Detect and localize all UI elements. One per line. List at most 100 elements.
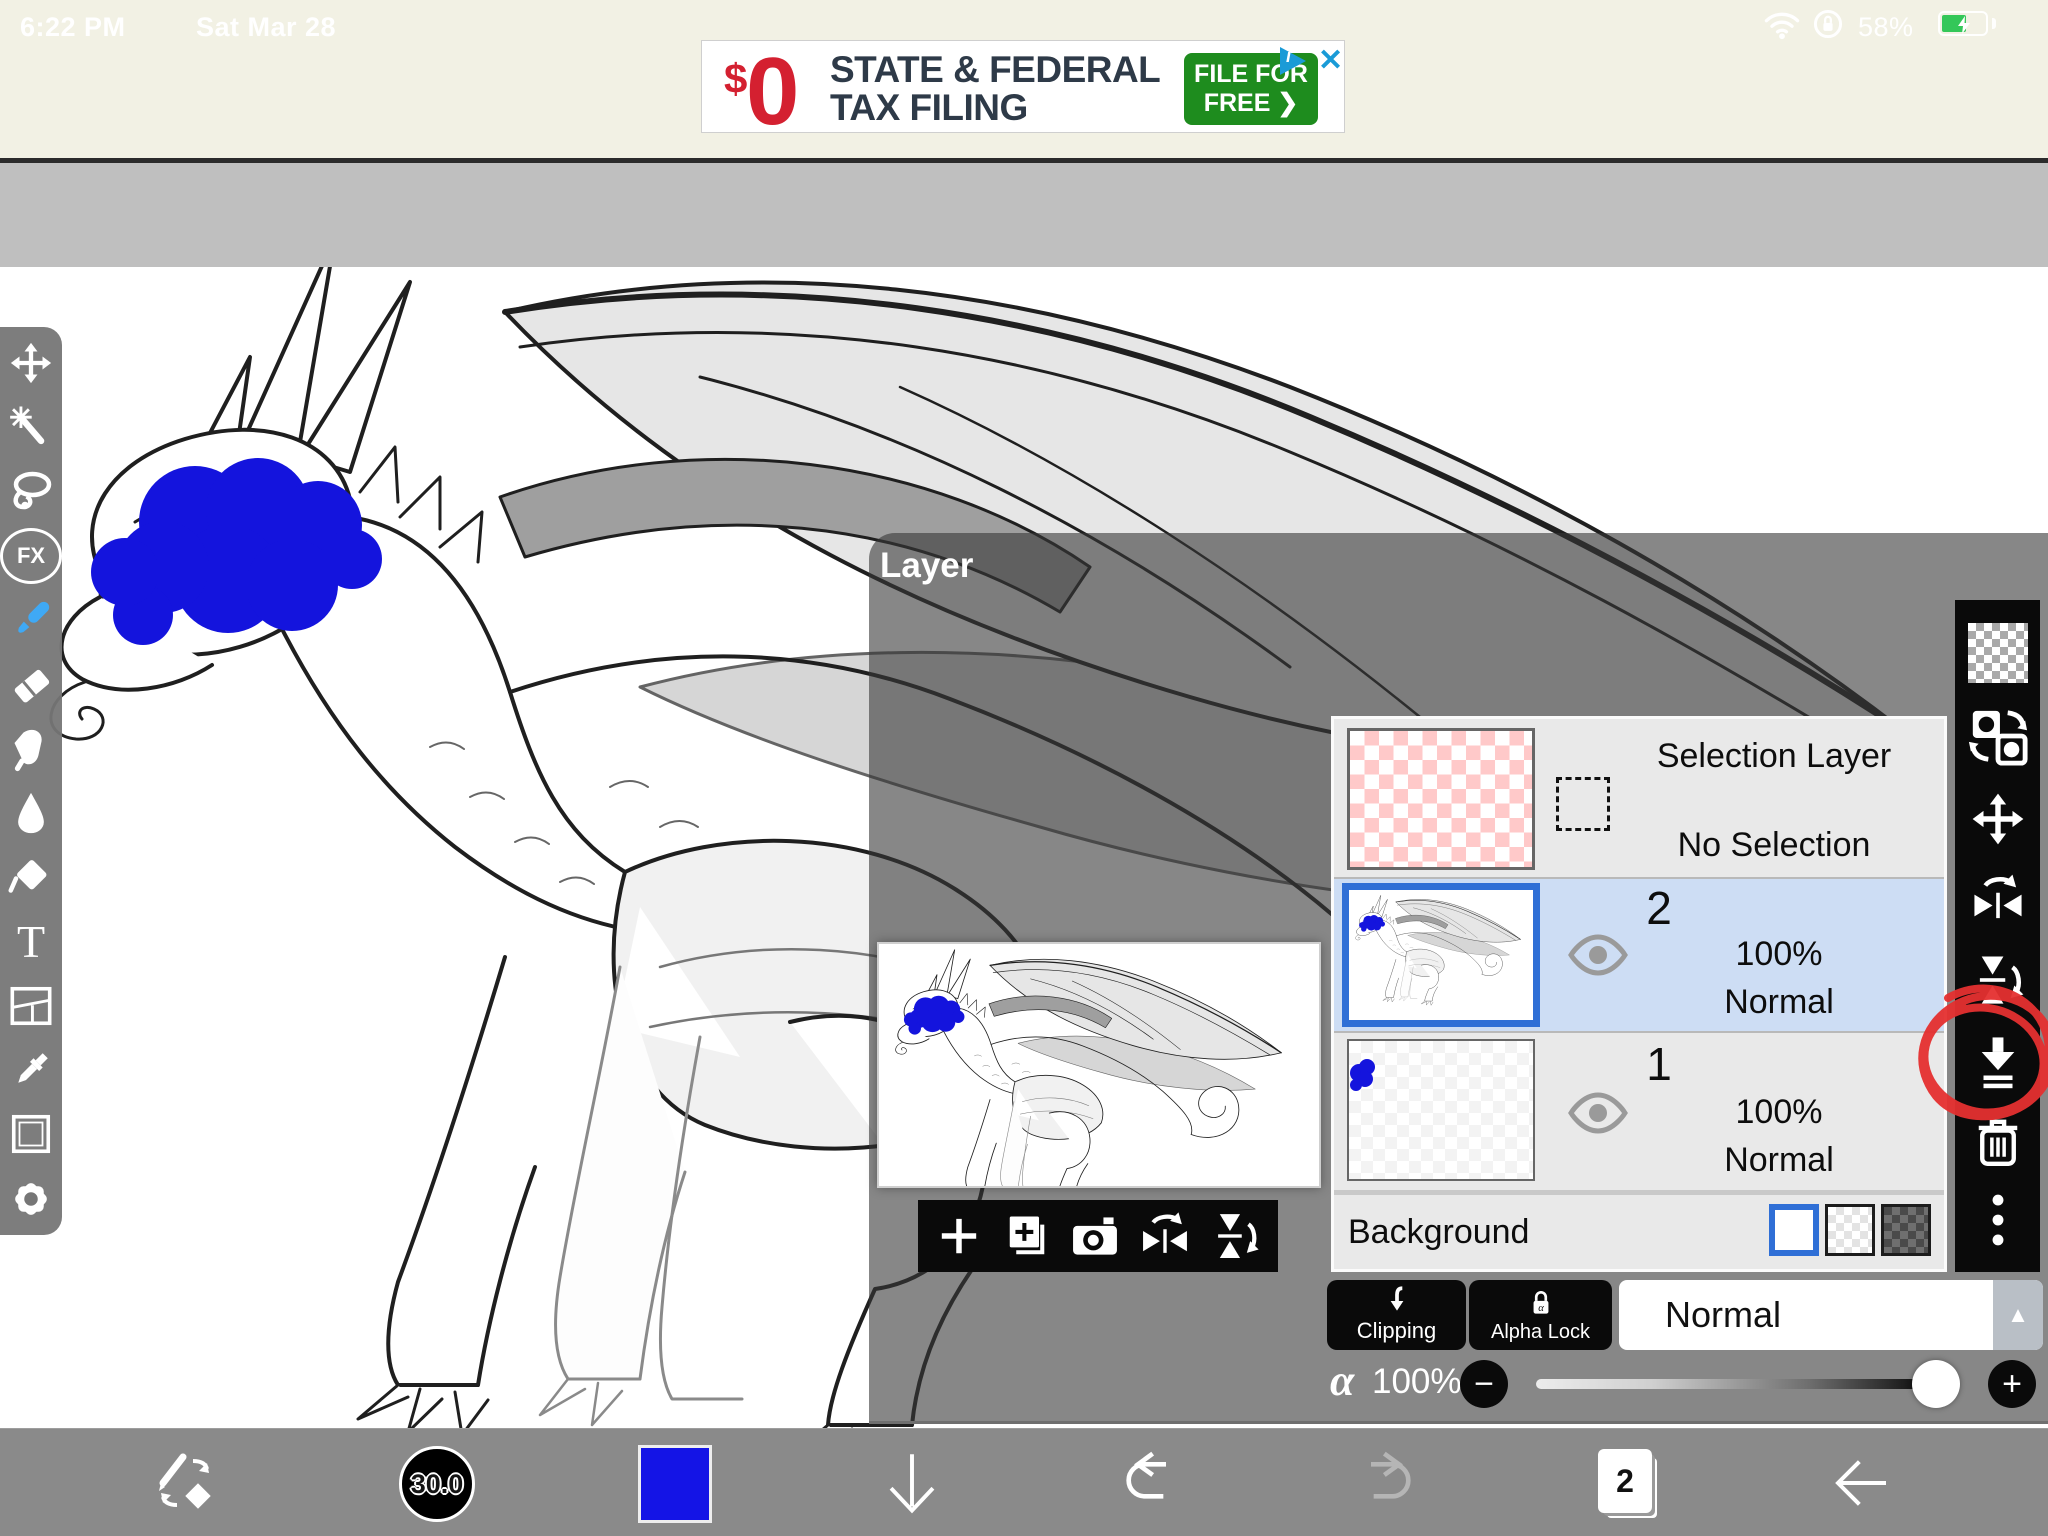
ad-zero: 0 bbox=[746, 37, 799, 147]
down-arrow-icon[interactable] bbox=[880, 1449, 944, 1517]
layer-quick-toolbar bbox=[918, 1200, 1278, 1272]
background-light-checker-swatch[interactable] bbox=[1825, 1204, 1875, 1256]
layers-button[interactable]: 2 bbox=[1598, 1449, 1652, 1513]
background-label: Background bbox=[1348, 1213, 1529, 1252]
layer-list: Selection Layer No Selection 2 100% Norm… bbox=[1331, 716, 1947, 1272]
ad-headline-line1: STATE & FEDERAL bbox=[830, 51, 1160, 88]
flip-vertical-icon[interactable] bbox=[1208, 1209, 1262, 1263]
add-icon[interactable] bbox=[934, 1211, 984, 1261]
trash-icon[interactable] bbox=[1970, 1113, 2026, 1169]
layer-move-icon[interactable] bbox=[1969, 790, 2027, 848]
ad-headline-line2: TAX FILING bbox=[830, 89, 1028, 126]
adchoices-icon[interactable] bbox=[1280, 47, 1306, 75]
layer-1-number: 1 bbox=[1614, 1037, 1704, 1091]
text-icon: T bbox=[17, 915, 45, 968]
background-dark-checker-swatch[interactable] bbox=[1881, 1204, 1931, 1256]
layer-2-number: 2 bbox=[1614, 881, 1704, 935]
bottom-toolbar: 30.0 2 bbox=[0, 1428, 2048, 1536]
battery-percent: 58% bbox=[1858, 12, 1914, 43]
brush-icon bbox=[6, 595, 56, 645]
clock-time: 6:22 PM bbox=[20, 12, 126, 43]
gear-icon bbox=[7, 1175, 55, 1223]
background-white-swatch[interactable] bbox=[1769, 1204, 1819, 1256]
undo-icon[interactable] bbox=[1118, 1451, 1182, 1515]
back-arrow-icon[interactable] bbox=[1830, 1451, 1894, 1515]
transparency-checker-icon[interactable] bbox=[1968, 623, 2028, 683]
layer-2-blend: Normal bbox=[1634, 983, 1924, 1022]
ad-banner[interactable]: $ 0 STATE & FEDERAL TAX FILING FILE FOR … bbox=[701, 40, 1345, 133]
fx-icon: FX bbox=[0, 528, 62, 584]
camera-icon[interactable] bbox=[1068, 1209, 1122, 1263]
move-tool[interactable] bbox=[0, 335, 62, 391]
redo-icon[interactable] bbox=[1355, 1451, 1419, 1515]
alpha-value: 100% bbox=[1372, 1362, 1462, 1402]
canvas-tool[interactable] bbox=[0, 1106, 62, 1162]
background-row[interactable]: Background bbox=[1334, 1195, 1944, 1269]
blend-mode-value: Normal bbox=[1619, 1280, 1993, 1350]
clipping-button[interactable]: Clipping bbox=[1327, 1280, 1466, 1350]
selection-marquee-icon bbox=[1556, 777, 1610, 831]
layer-1-opacity: 100% bbox=[1634, 1093, 1924, 1132]
alpha-slider-track[interactable] bbox=[1536, 1379, 1926, 1389]
clock-date: Sat Mar 28 bbox=[196, 12, 336, 43]
layer-count-badge: 2 bbox=[1616, 1463, 1634, 1500]
brush-eraser-swap-icon[interactable] bbox=[149, 1447, 221, 1519]
blur-drop-tool[interactable] bbox=[0, 785, 62, 841]
eye-icon[interactable] bbox=[1566, 1091, 1630, 1135]
alpha-minus-button[interactable]: − bbox=[1460, 1360, 1508, 1408]
layer-command-strip bbox=[1955, 600, 2040, 1272]
tool-sidebar: FX T bbox=[0, 327, 62, 1235]
color-swatch[interactable] bbox=[638, 1445, 712, 1523]
battery-cap bbox=[1992, 18, 1996, 29]
layer-1-blend: Normal bbox=[1634, 1141, 1924, 1180]
layer-2-thumbnail[interactable] bbox=[1342, 883, 1540, 1027]
selection-layer-name: Selection Layer bbox=[1614, 737, 1934, 776]
selection-layer-thumbnail[interactable] bbox=[1347, 728, 1535, 870]
svg-text:α: α bbox=[1538, 1303, 1544, 1314]
alpha-lock-icon: α bbox=[1524, 1287, 1558, 1321]
adchoices-label: i bbox=[1286, 46, 1291, 67]
flip-horizontal-icon[interactable] bbox=[1138, 1209, 1192, 1263]
lasso-tool[interactable] bbox=[0, 464, 62, 520]
ad-dollar-sign: $ bbox=[724, 55, 747, 103]
selection-layer-row[interactable]: Selection Layer No Selection bbox=[1334, 719, 1944, 877]
layer-2-opacity: 100% bbox=[1634, 935, 1924, 974]
chevron-up-icon: ▲ bbox=[2007, 1302, 2029, 1328]
eraser-tool[interactable] bbox=[0, 657, 62, 713]
merge-down-icon[interactable] bbox=[1969, 1032, 2027, 1090]
alpha-symbol: α bbox=[1330, 1355, 1354, 1406]
alpha-slider-knob[interactable] bbox=[1912, 1360, 1960, 1408]
alpha-plus-button[interactable]: + bbox=[1988, 1360, 2036, 1408]
text-tool[interactable]: T bbox=[0, 914, 62, 970]
blend-mode-dropdown[interactable]: Normal ▲ bbox=[1619, 1280, 2043, 1350]
layer-convert-icon[interactable] bbox=[1967, 705, 2029, 767]
brush-size-button[interactable]: 30.0 bbox=[399, 1446, 475, 1522]
more-ellipsis-icon[interactable] bbox=[1973, 1191, 2023, 1249]
layer-1-thumbnail[interactable] bbox=[1347, 1039, 1535, 1181]
layer-row-1[interactable]: 1 100% Normal bbox=[1334, 1033, 1944, 1190]
smudge-tool[interactable] bbox=[0, 721, 62, 777]
brush-tool-active[interactable] bbox=[0, 592, 62, 648]
ad-close-icon[interactable]: ✕ bbox=[1318, 43, 1343, 78]
selection-layer-status: No Selection bbox=[1614, 826, 1934, 865]
battery-icon bbox=[1938, 11, 1988, 36]
blend-mode-spinner[interactable]: ▲ bbox=[1993, 1280, 2043, 1350]
alpha-lock-button[interactable]: α Alpha Lock bbox=[1469, 1280, 1612, 1350]
bucket-tool[interactable] bbox=[0, 849, 62, 905]
clipping-arrow-icon bbox=[1380, 1284, 1414, 1318]
top-toolbar-band bbox=[0, 163, 2048, 267]
layer-panel-title: Layer bbox=[880, 546, 973, 586]
eyedropper-tool[interactable] bbox=[0, 1042, 62, 1098]
canvas-preview[interactable] bbox=[877, 942, 1321, 1188]
rotation-lock-icon bbox=[1812, 8, 1844, 40]
wifi-icon bbox=[1762, 8, 1802, 40]
settings-tool[interactable] bbox=[0, 1171, 62, 1227]
magic-wand-tool[interactable] bbox=[0, 400, 62, 456]
layer-row-2[interactable]: 2 100% Normal bbox=[1334, 879, 1944, 1031]
flip-vertical-icon[interactable] bbox=[1969, 951, 2027, 1009]
add-layer-icon[interactable] bbox=[1000, 1210, 1052, 1262]
fx-tool[interactable]: FX bbox=[0, 528, 62, 584]
frame-tool[interactable] bbox=[0, 978, 62, 1034]
eye-icon[interactable] bbox=[1566, 933, 1630, 977]
flip-horizontal-icon[interactable] bbox=[1969, 871, 2027, 929]
